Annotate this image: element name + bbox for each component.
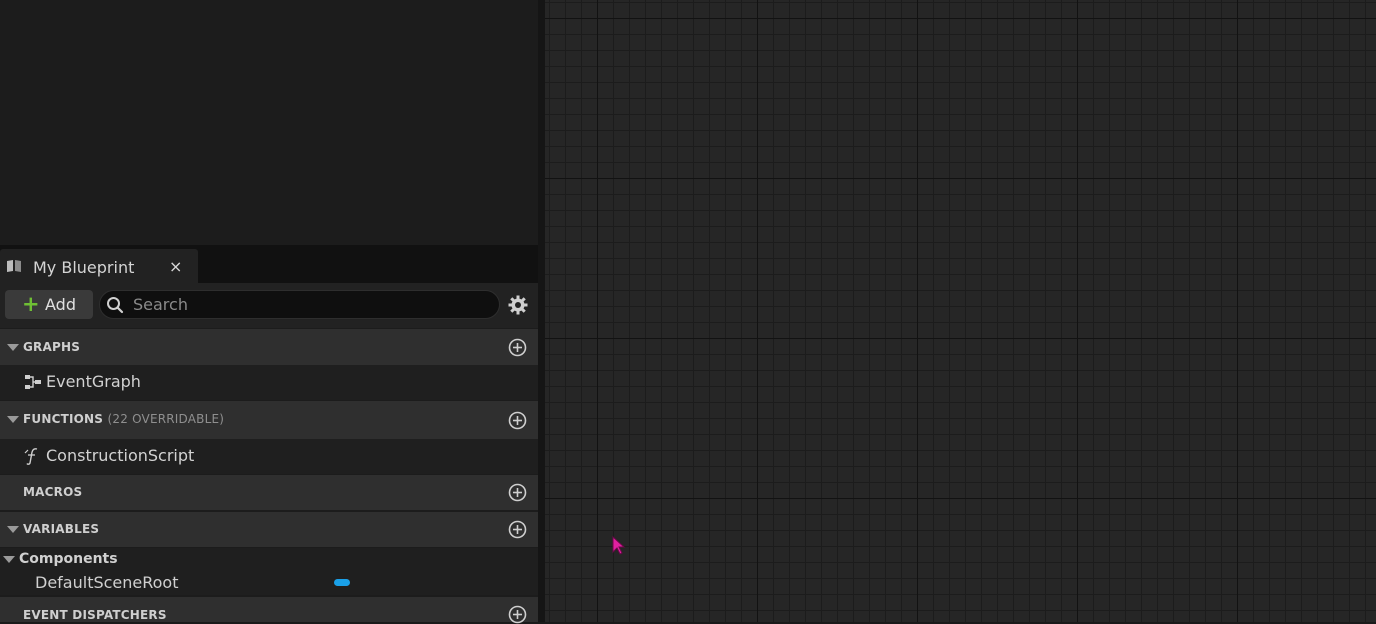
item-label: ConstructionScript: [46, 446, 195, 465]
section-graphs[interactable]: GRAPHS: [0, 329, 538, 365]
variable-name: DefaultSceneRoot: [35, 573, 179, 592]
tab-bar: My Blueprint ×: [0, 245, 540, 283]
add-macro-icon[interactable]: [508, 483, 527, 502]
section-title: EVENT DISPATCHERS: [23, 608, 167, 622]
category-title: Components: [19, 551, 118, 567]
collapse-arrow-icon[interactable]: [7, 344, 19, 351]
item-label: EventGraph: [46, 372, 141, 391]
add-button-label: Add: [45, 295, 76, 314]
add-variable-icon[interactable]: [508, 520, 527, 539]
add-function-icon[interactable]: [508, 411, 527, 430]
graph-canvas[interactable]: [545, 0, 1376, 622]
add-graph-icon[interactable]: [508, 338, 527, 357]
collapse-arrow-icon[interactable]: [3, 556, 15, 563]
section-subtitle: (22 OVERRIDABLE): [107, 412, 225, 426]
mouse-cursor-icon: [612, 536, 626, 555]
section-functions[interactable]: FUNCTIONS (22 OVERRIDABLE): [0, 401, 538, 439]
close-icon[interactable]: ×: [169, 257, 182, 276]
add-event-dispatcher-icon[interactable]: [508, 605, 527, 624]
category-components[interactable]: Components: [0, 548, 538, 571]
section-title: VARIABLES: [23, 522, 100, 536]
blueprint-toolbar: + Add: [0, 283, 538, 328]
gear-icon[interactable]: [507, 294, 529, 316]
section-macros[interactable]: MACROS: [0, 475, 538, 510]
blueprint-book-icon: [7, 260, 21, 272]
collapse-arrow-icon[interactable]: [7, 416, 19, 423]
add-button[interactable]: + Add: [5, 290, 93, 319]
section-event-dispatchers[interactable]: EVENT DISPATCHERS: [0, 597, 538, 624]
collapse-arrow-icon[interactable]: [7, 526, 19, 533]
variable-defaultsceneroot[interactable]: DefaultSceneRoot: [0, 571, 538, 595]
list-item-constructionscript[interactable]: ConstructionScript: [0, 439, 538, 474]
tab-title: My Blueprint: [33, 258, 135, 277]
plus-icon: +: [22, 292, 40, 316]
search-icon: [107, 297, 124, 314]
tab-my-blueprint[interactable]: My Blueprint ×: [0, 249, 198, 283]
section-variables[interactable]: VARIABLES: [0, 512, 538, 547]
empty-panel-area: [0, 0, 540, 245]
function-icon: [24, 448, 38, 465]
event-graph-icon: [25, 375, 41, 389]
panel-splitter[interactable]: [538, 0, 545, 622]
search-input[interactable]: [133, 293, 483, 316]
section-title: MACROS: [23, 485, 83, 499]
my-blueprint-panel: My Blueprint × + Add Search GRAPHS Event…: [0, 0, 540, 624]
list-item-eventgraph[interactable]: EventGraph: [0, 365, 538, 400]
section-title: GRAPHS: [23, 340, 81, 354]
section-title: FUNCTIONS (22 OVERRIDABLE): [23, 412, 225, 426]
search-box[interactable]: [99, 290, 500, 319]
variable-type-pill: [334, 579, 350, 586]
